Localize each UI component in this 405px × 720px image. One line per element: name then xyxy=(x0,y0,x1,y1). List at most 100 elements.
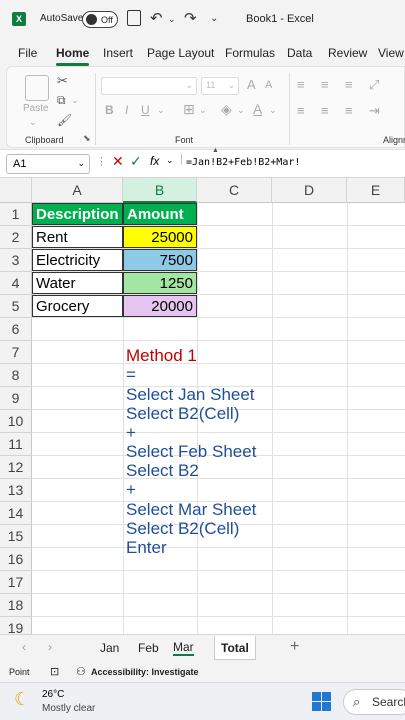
select-all-corner[interactable] xyxy=(0,178,32,203)
clipboard-launcher-icon[interactable]: ⬊ xyxy=(83,133,91,144)
column-header-b[interactable]: B xyxy=(123,178,197,203)
sheet-tab-total[interactable]: Total xyxy=(214,636,256,660)
fill-color-icon[interactable]: ◈ xyxy=(221,101,232,118)
amount-cell[interactable]: 1250 xyxy=(123,272,197,294)
column-header-c[interactable]: C xyxy=(197,178,272,203)
font-color-dropdown-icon[interactable]: ⌄ xyxy=(269,105,277,116)
cut-icon[interactable]: ✂ xyxy=(57,73,68,89)
sheet-tab-jan[interactable]: Jan xyxy=(100,641,119,655)
row-header[interactable]: 6 xyxy=(0,318,32,341)
row-header[interactable]: 5 xyxy=(0,295,32,318)
row-header[interactable]: 10 xyxy=(0,410,32,433)
row-header[interactable]: 7 xyxy=(0,341,32,364)
worksheet-grid[interactable]: A B C D E 1 2 3 4 5 6 7 8 9 10 11 12 13 14 15 16 17 18 19 … xyxy=(0,178,405,640)
accessibility-icon: ⚇ xyxy=(76,666,86,678)
insert-function-icon[interactable]: fx xyxy=(150,154,159,168)
formula-input[interactable]: =Jan!B2+Feb!B2+Mar! xyxy=(186,157,300,168)
row-header[interactable]: 13 xyxy=(0,479,32,502)
row-header[interactable]: 2 xyxy=(0,226,32,249)
taskbar-search[interactable]: ⌕ Search xyxy=(343,689,405,715)
enter-check-icon[interactable]: ✓ xyxy=(130,153,142,170)
underline-icon[interactable]: U xyxy=(141,103,150,117)
amount-cell[interactable]: 7500 xyxy=(123,249,197,271)
scroll-right-icon[interactable]: › xyxy=(48,640,52,654)
row-header[interactable]: 16 xyxy=(0,548,32,571)
column-header-d[interactable]: D xyxy=(272,178,347,203)
row-header[interactable]: 3 xyxy=(0,249,32,272)
collapse-formula-icon[interactable]: ▲ xyxy=(212,147,219,154)
windows-start-icon[interactable] xyxy=(312,692,331,711)
description-cell[interactable]: Electricity xyxy=(32,249,123,271)
row-header[interactable]: 15 xyxy=(0,525,32,548)
font-name-dropdown[interactable]: ⌄ xyxy=(101,77,197,95)
copy-icon[interactable]: ⧉ xyxy=(57,93,66,108)
tab-insert[interactable]: Insert xyxy=(103,46,133,60)
tab-home[interactable]: Home xyxy=(56,46,90,66)
amount-cell[interactable]: 20000 xyxy=(123,295,197,317)
name-box[interactable]: A1 ⌄ xyxy=(6,154,90,174)
sheet-tab-mar[interactable]: Mar xyxy=(173,640,194,656)
orientation-icon[interactable]: ⤢ xyxy=(369,77,379,93)
sheet-tab-feb[interactable]: Feb xyxy=(138,641,159,655)
paste-icon[interactable] xyxy=(25,75,49,101)
row-header[interactable]: 18 xyxy=(0,594,32,617)
scroll-left-icon[interactable]: ‹ xyxy=(22,640,26,654)
accessibility-status[interactable]: Accessibility: Investigate xyxy=(91,667,199,677)
weather-moon-icon[interactable]: ☾ xyxy=(14,689,30,710)
align-right-icon[interactable]: ≡ xyxy=(345,103,353,118)
cancel-icon[interactable]: ✕ xyxy=(112,153,124,170)
undo-dropdown-icon[interactable]: ⌄ xyxy=(168,14,176,25)
description-cell[interactable]: Water xyxy=(32,272,123,294)
macro-record-icon[interactable]: ⊡ xyxy=(50,665,59,678)
format-painter-icon[interactable]: 🖌 xyxy=(57,113,72,127)
align-center-icon[interactable]: ≡ xyxy=(321,103,329,118)
bold-icon[interactable]: B xyxy=(105,103,114,117)
column-header-a[interactable]: A xyxy=(32,178,123,203)
bottom-align-icon[interactable]: ≡ xyxy=(345,77,353,92)
middle-align-icon[interactable]: ≡ xyxy=(321,77,329,92)
indent-icon[interactable]: ⇥ xyxy=(369,103,380,119)
fx-dropdown-icon[interactable]: ⌄ xyxy=(166,155,174,166)
column-header-e[interactable]: E xyxy=(347,178,405,203)
tab-file[interactable]: File xyxy=(18,46,37,60)
save-icon[interactable] xyxy=(127,10,141,26)
italic-icon[interactable]: I xyxy=(125,103,128,117)
header-description-cell[interactable]: Description xyxy=(32,203,123,225)
undo-icon[interactable]: ↶ xyxy=(150,9,163,27)
description-cell[interactable]: Grocery xyxy=(32,295,123,317)
align-left-icon[interactable]: ≡ xyxy=(297,103,305,118)
gridline xyxy=(32,547,405,548)
tab-view[interactable]: View xyxy=(378,46,404,60)
row-header[interactable]: 17 xyxy=(0,571,32,594)
font-size-dropdown[interactable]: 11 ⌄ xyxy=(201,77,239,95)
paste-label: Paste xyxy=(23,103,49,114)
row-header[interactable]: 9 xyxy=(0,387,32,410)
tab-data[interactable]: Data xyxy=(287,46,312,60)
autosave-toggle[interactable]: Off xyxy=(82,11,118,28)
customize-quick-access-icon[interactable]: ⌄ xyxy=(210,13,218,24)
amount-cell[interactable]: 25000 xyxy=(123,226,197,248)
font-color-icon[interactable]: A xyxy=(253,101,262,117)
tab-formulas[interactable]: Formulas xyxy=(225,46,275,60)
row-header[interactable]: 1 xyxy=(0,203,32,226)
underline-dropdown-icon[interactable]: ⌄ xyxy=(157,105,165,116)
tab-page-layout[interactable]: Page Layout xyxy=(147,46,214,60)
add-sheet-icon[interactable]: + xyxy=(290,638,299,656)
copy-dropdown-icon[interactable]: ⌄ xyxy=(71,95,79,106)
header-amount-cell[interactable]: Amount xyxy=(123,203,197,225)
redo-icon[interactable]: ↷ xyxy=(184,9,197,27)
description-cell[interactable]: Rent xyxy=(32,226,123,248)
paste-dropdown-icon[interactable]: ⌄ xyxy=(29,117,37,128)
borders-icon[interactable]: ⊞ xyxy=(183,101,195,118)
borders-dropdown-icon[interactable]: ⌄ xyxy=(199,105,207,116)
decrease-font-icon[interactable]: A xyxy=(265,79,272,91)
increase-font-icon[interactable]: A xyxy=(247,77,256,92)
row-header[interactable]: 8 xyxy=(0,364,32,387)
tab-review[interactable]: Review xyxy=(328,46,367,60)
fill-dropdown-icon[interactable]: ⌄ xyxy=(237,105,245,116)
row-header[interactable]: 11 xyxy=(0,433,32,456)
row-header[interactable]: 12 xyxy=(0,456,32,479)
top-align-icon[interactable]: ≡ xyxy=(297,77,305,92)
row-header[interactable]: 14 xyxy=(0,502,32,525)
row-header[interactable]: 4 xyxy=(0,272,32,295)
